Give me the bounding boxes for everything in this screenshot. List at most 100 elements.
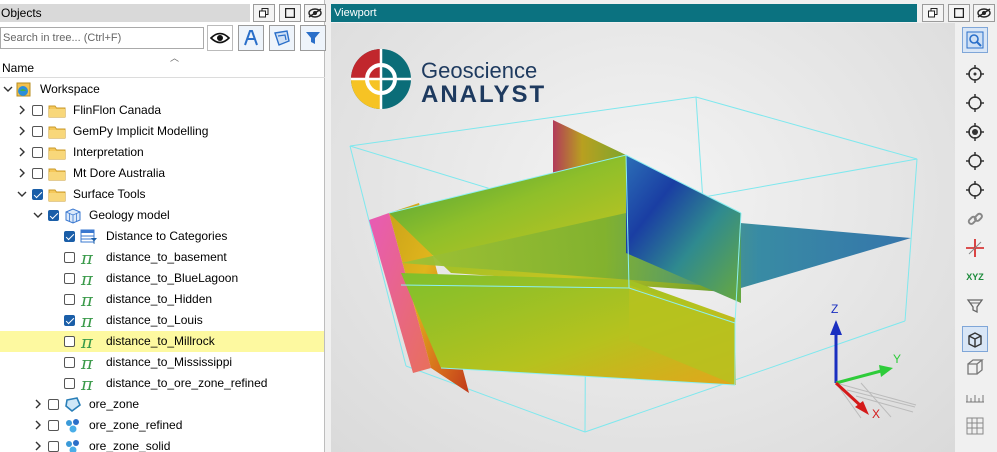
visibility-checkbox[interactable] [48, 399, 59, 410]
view-front-button[interactable] [962, 90, 988, 116]
tree-row[interactable]: FlinFlon Canada [0, 100, 324, 121]
chevron-right-icon[interactable] [32, 398, 44, 410]
tree-row[interactable]: π distance_to_ore_zone_refined [0, 373, 324, 395]
tree-row[interactable]: π distance_to_basement [0, 247, 324, 269]
tree-row[interactable]: Mt Dore Australia [0, 163, 324, 184]
view-center-button[interactable] [962, 119, 988, 145]
axis-gizmo[interactable]: Z Y X [830, 302, 917, 421]
grid-icon [966, 417, 984, 435]
visibility-checkbox[interactable] [48, 420, 59, 431]
chevron-down-icon[interactable] [2, 83, 14, 95]
visibility-checkbox[interactable] [64, 357, 75, 368]
tree-row[interactable]: ore_zone [0, 394, 324, 415]
name-column-header[interactable]: Name [0, 58, 325, 78]
visibility-checkbox[interactable] [32, 126, 43, 137]
tree-row-label: ore_zone_solid [89, 439, 171, 452]
folder-icon [48, 186, 66, 203]
zoom-extent-button[interactable] [962, 27, 988, 53]
svg-text:π: π [80, 354, 94, 371]
visibility-checkbox[interactable] [48, 210, 59, 221]
link-views-button[interactable] [962, 206, 988, 232]
visibility-checkbox[interactable] [48, 441, 59, 452]
filter-name-button[interactable] [238, 25, 264, 51]
float-panel-button[interactable] [253, 4, 275, 22]
svg-text:π: π [80, 312, 94, 329]
eye-slash-icon [977, 8, 991, 18]
viewport-3d-canvas[interactable]: Geoscience ANALYST Z Y X [331, 23, 955, 452]
tree-row[interactable]: ore_zone_refined [0, 415, 324, 436]
grid-button[interactable] [962, 413, 988, 439]
viewport-maximize-button[interactable] [948, 4, 970, 22]
points-icon [64, 417, 82, 434]
crosshair-icon [966, 239, 984, 257]
tree-row[interactable]: π distance_to_BlueLagoon [0, 268, 324, 290]
svg-text:π: π [80, 270, 94, 287]
tree-row[interactable]: π distance_to_Millrock [0, 331, 324, 353]
viewport-float-button[interactable] [922, 4, 944, 22]
maximize-panel-button[interactable] [279, 4, 301, 22]
tree-row[interactable]: π distance_to_Hidden [0, 289, 324, 311]
pi-icon: π [80, 374, 98, 395]
filter-button[interactable] [300, 25, 326, 51]
pi-icon: π [80, 290, 98, 311]
cube-outline-icon [967, 359, 984, 375]
visibility-toggle-button[interactable] [207, 25, 233, 51]
perspective-button[interactable] [962, 326, 988, 352]
visibility-checkbox[interactable] [64, 294, 75, 305]
chevron-right-icon[interactable] [16, 104, 28, 116]
pi-icon: π [80, 311, 98, 332]
pi-icon: π [80, 248, 98, 269]
tree-row[interactable]: π distance_to_Louis [0, 310, 324, 332]
clipping-button[interactable] [962, 293, 988, 319]
tree-row-label: distance_to_ore_zone_refined [106, 376, 268, 390]
view-side-button[interactable] [962, 148, 988, 174]
visibility-checkbox[interactable] [32, 147, 43, 158]
chevron-right-icon[interactable] [16, 167, 28, 179]
surface-icon [64, 396, 82, 413]
chevron-down-icon[interactable] [32, 209, 44, 221]
visibility-checkbox[interactable] [64, 252, 75, 263]
view-bottom-button[interactable] [962, 177, 988, 203]
search-input[interactable]: Search in tree... (Ctrl+F) [0, 27, 204, 49]
visibility-checkbox[interactable] [64, 336, 75, 347]
visibility-checkbox[interactable] [64, 273, 75, 284]
visibility-checkbox[interactable] [32, 105, 43, 116]
target-filled-icon [966, 123, 984, 141]
chevron-right-icon[interactable] [32, 440, 44, 452]
tree-row[interactable]: ore_zone_solid [0, 436, 324, 452]
tree-row[interactable]: Interpretation [0, 142, 324, 163]
objects-panel-title: Objects [0, 4, 250, 22]
chevron-down-icon[interactable] [16, 188, 28, 200]
tree-row-label: Mt Dore Australia [73, 166, 166, 180]
chevron-right-icon[interactable] [16, 146, 28, 158]
tree-row[interactable]: GemPy Implicit Modelling [0, 121, 324, 142]
visibility-checkbox[interactable] [64, 315, 75, 326]
coordinates-button[interactable]: XYZ [962, 264, 988, 290]
viewport-hide-button[interactable] [973, 4, 995, 22]
tree-row[interactable]: Distance to Categories [0, 226, 324, 247]
tree-row[interactable]: Surface Tools [0, 184, 324, 205]
chevron-right-icon[interactable] [16, 125, 28, 137]
chevron-right-icon[interactable] [32, 419, 44, 431]
shape-filter-icon [274, 30, 290, 46]
crosshair-button[interactable] [962, 235, 988, 261]
orthographic-button[interactable] [962, 355, 988, 381]
visibility-checkbox[interactable] [64, 231, 75, 242]
visibility-checkbox[interactable] [32, 189, 43, 200]
viewport-title-bar: Viewport [331, 4, 917, 22]
tree-row-label: Surface Tools [73, 187, 146, 201]
hide-panel-button[interactable] [304, 4, 326, 22]
tree-row[interactable]: Workspace [0, 79, 324, 100]
ruler-button[interactable] [962, 384, 988, 410]
ruler-icon [966, 395, 984, 403]
tree-row[interactable]: Geology model [0, 205, 324, 226]
logo-text-analyst: ANALYST [421, 81, 546, 108]
pi-icon: π [80, 332, 98, 353]
filter-type-button[interactable] [269, 25, 295, 51]
svg-text:π: π [80, 249, 94, 266]
visibility-checkbox[interactable] [32, 168, 43, 179]
tree-row[interactable]: π distance_to_Mississippi [0, 352, 324, 374]
axis-z-label: Z [831, 302, 838, 316]
visibility-checkbox[interactable] [64, 378, 75, 389]
view-top-button[interactable] [962, 61, 988, 87]
